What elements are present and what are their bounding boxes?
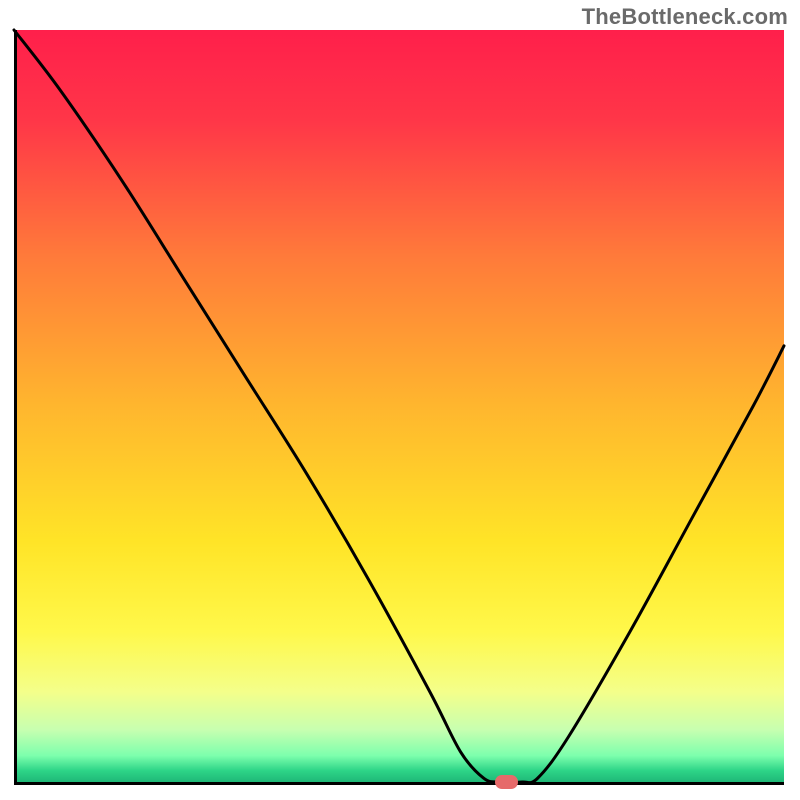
- watermark-text: TheBottleneck.com: [582, 4, 788, 30]
- x-axis: [14, 782, 784, 785]
- bottleneck-curve: [14, 30, 784, 783]
- chart-curve-layer: [0, 0, 800, 800]
- y-axis: [14, 30, 17, 782]
- bottleneck-chart: TheBottleneck.com: [0, 0, 800, 800]
- optimal-marker: [495, 775, 518, 789]
